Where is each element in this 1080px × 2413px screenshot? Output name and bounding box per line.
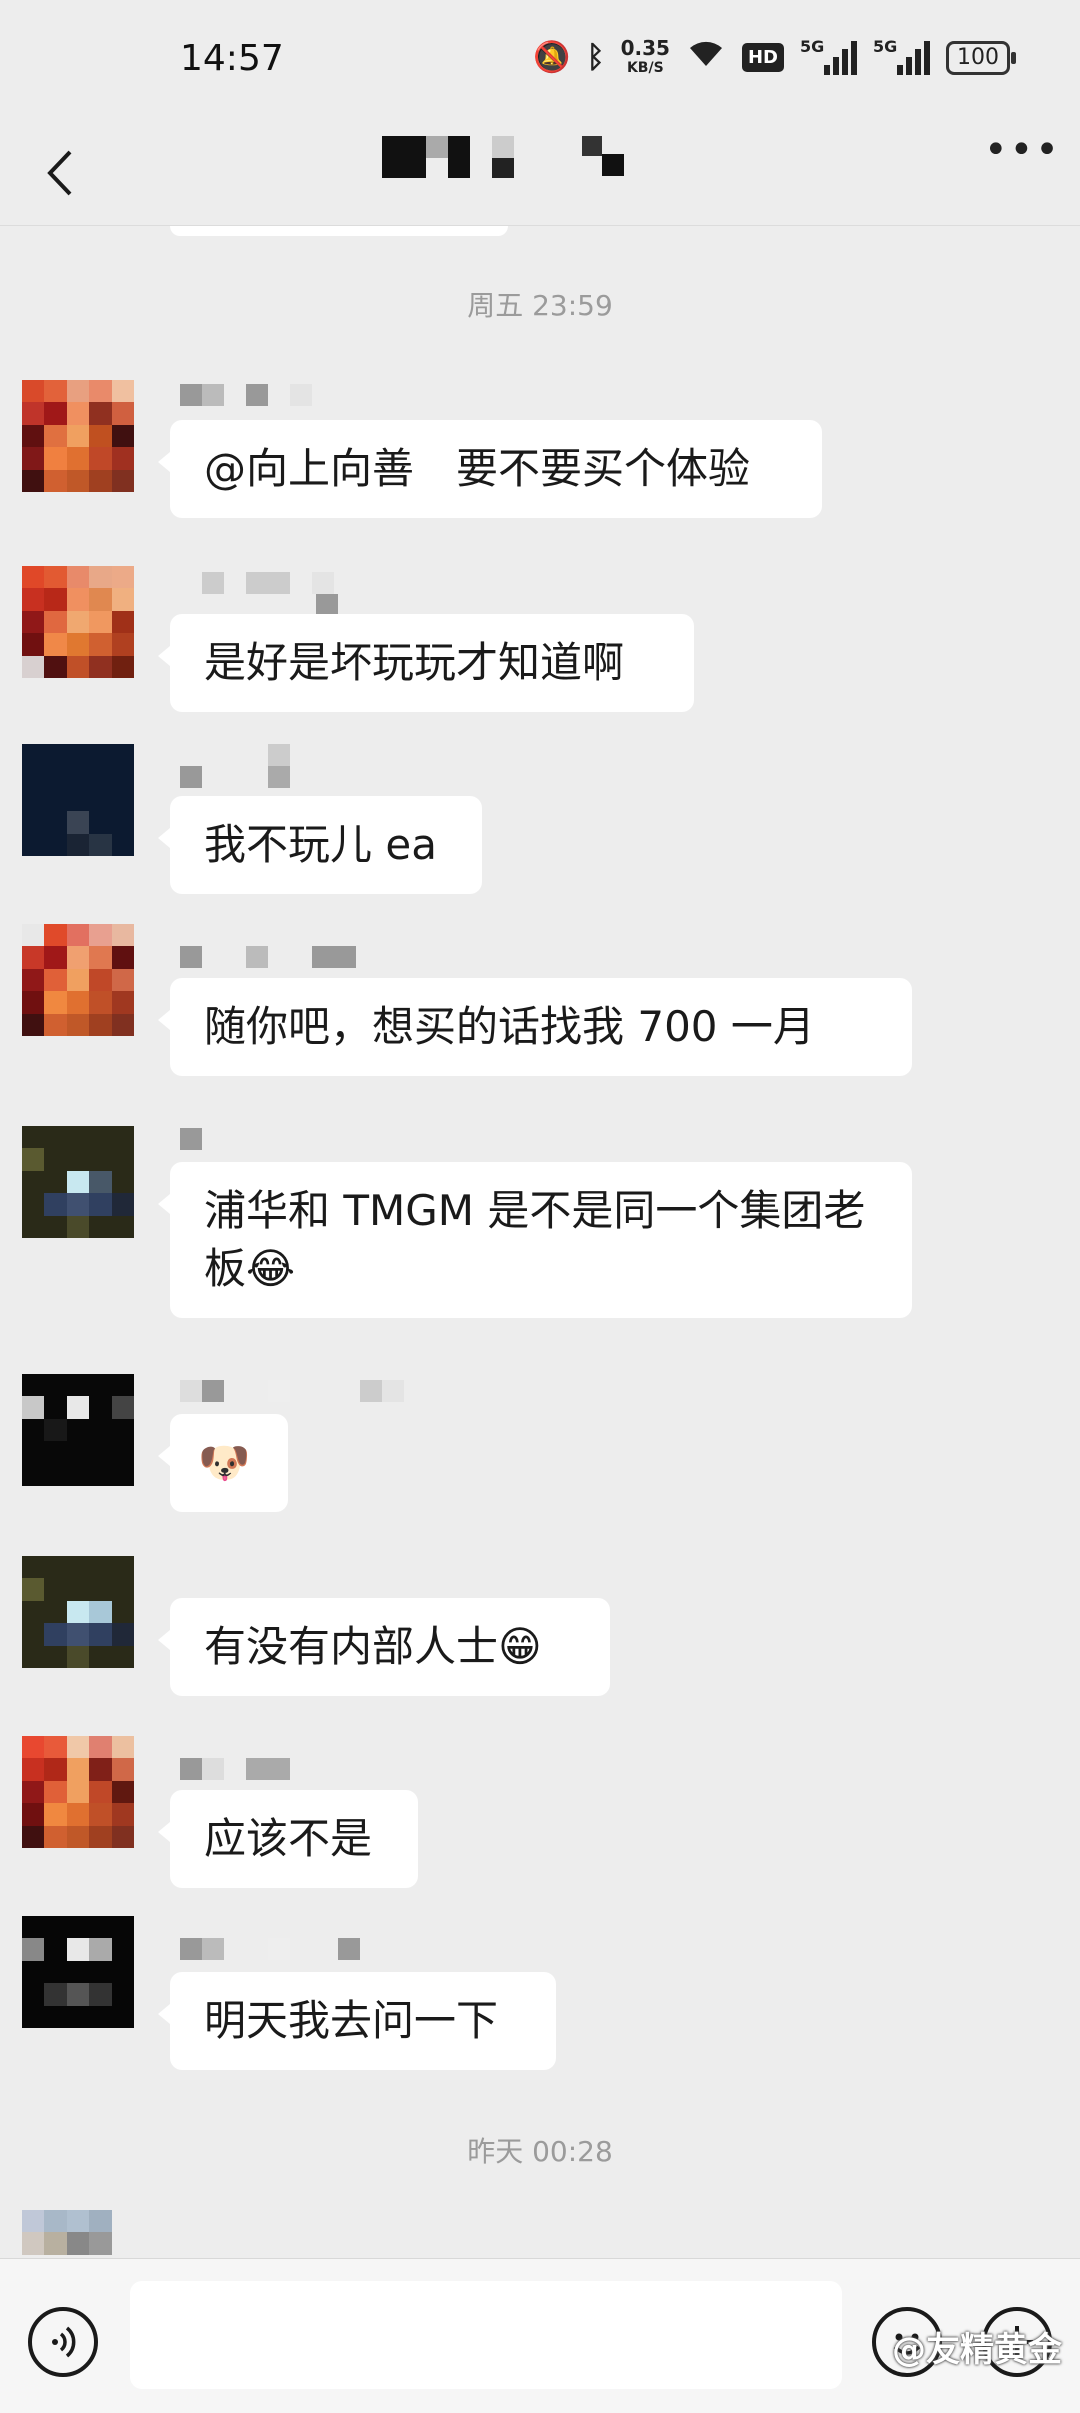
net-speed: 0.35 KB/S: [620, 35, 670, 76]
message-bubble[interactable]: 明天我去问一下: [158, 1972, 556, 2070]
wifi-icon: [686, 36, 726, 79]
avatar[interactable]: [22, 1126, 134, 1238]
chat-area: 周五 23:59 @向上向善 要不要买个体验 是好是坏玩玩才知道啊 我不玩儿 e…: [0, 226, 1080, 2258]
message-bubble[interactable]: 我不玩儿 ea: [158, 796, 482, 894]
bluetooth-icon: ᛒ: [586, 39, 605, 75]
message-bubble[interactable]: 🐶: [158, 1414, 288, 1512]
message-bubble[interactable]: 随你吧，想买的话找我 700 一月: [158, 978, 912, 1076]
hd-badge: HD: [741, 43, 784, 72]
message-bubble[interactable]: @向上向善 要不要买个体验: [158, 420, 822, 518]
sender-name-censored: [180, 744, 380, 788]
avatar[interactable]: [22, 1556, 134, 1668]
status-bar: 14:57 🔕 ᛒ 0.35 KB/S HD 5G 5G 100: [0, 0, 1080, 120]
chevron-left-icon[interactable]: [40, 148, 80, 198]
sender-name-censored: [180, 1758, 380, 1780]
watermark: @友精黄金: [892, 2330, 1062, 2370]
sender-name-censored: [180, 572, 380, 616]
sender-name-censored: [180, 1380, 404, 1402]
message-bubble[interactable]: 有没有内部人士😁: [158, 1598, 610, 1696]
status-time: 14:57: [180, 38, 284, 79]
sender-name-censored: [180, 1938, 380, 1960]
avatar[interactable]: [22, 380, 134, 492]
chat-title-censored: [380, 132, 680, 182]
timestamp: 周五 23:59: [467, 289, 613, 322]
mute-bell-icon: 🔕: [533, 39, 571, 75]
status-icons: 🔕 ᛒ 0.35 KB/S HD 5G 5G 100: [533, 35, 1016, 79]
previous-message-bubble: [170, 226, 508, 236]
avatar[interactable]: [22, 2210, 134, 2258]
avatar[interactable]: [22, 1736, 134, 1848]
message-input[interactable]: [130, 2281, 842, 2389]
avatar[interactable]: [22, 1374, 134, 1486]
timestamp: 昨天 00:28: [467, 2135, 613, 2168]
battery-icon: 100: [946, 40, 1016, 75]
message-bubble[interactable]: 是好是坏玩玩才知道啊: [158, 614, 694, 712]
message-bubble[interactable]: 浦华和 TMGM 是不是同一个集团老板😂: [158, 1162, 912, 1318]
sender-name-censored: [180, 946, 380, 968]
signal-icon-2: 5G: [873, 37, 930, 75]
avatar[interactable]: [22, 1916, 134, 2028]
avatar[interactable]: [22, 566, 134, 678]
avatar[interactable]: [22, 924, 134, 1036]
signal-icon: 5G: [800, 37, 857, 75]
message-bubble[interactable]: 应该不是: [158, 1790, 418, 1888]
sender-name-censored: [180, 384, 380, 406]
avatar[interactable]: [22, 744, 134, 856]
more-dots-icon[interactable]: •••: [984, 130, 1059, 180]
sender-name-censored: [180, 1128, 380, 1150]
voice-icon[interactable]: [28, 2307, 98, 2377]
